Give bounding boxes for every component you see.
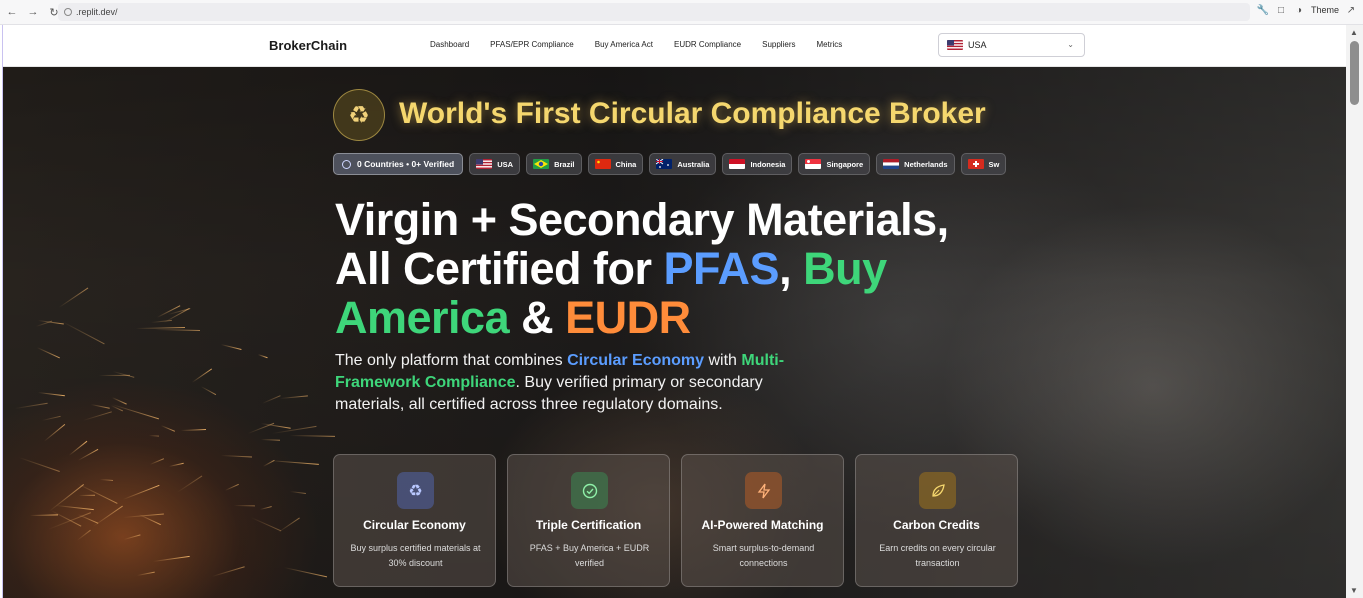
feature-card-desc: Smart surplus-to-demand connections	[712, 543, 815, 568]
hero-title-line1: Virgin + Secondary Materials,	[335, 194, 949, 245]
nav-links: Dashboard PFAS/EPR Compliance Buy Americ…	[430, 40, 863, 49]
theme-icon[interactable]: ◑	[1293, 4, 1305, 16]
feature-card-carbon-credits[interactable]: Carbon Credits Earn credits on every cir…	[855, 454, 1018, 587]
country-pill-usa[interactable]: USA	[469, 153, 521, 175]
app-header: BrokerChain Dashboard PFAS/EPR Complianc…	[3, 25, 1346, 67]
country-pill-label: Singapore	[826, 159, 864, 169]
netherlands-flag-icon	[883, 159, 900, 169]
hero-gold-headline: World's First Circular Compliance Broker	[399, 97, 986, 130]
nav-link-metrics[interactable]: Metrics	[816, 40, 842, 49]
devtools-icon[interactable]: 🔧	[1257, 4, 1269, 16]
theme-label[interactable]: Theme	[1311, 5, 1339, 15]
nav-link-buy-america[interactable]: Buy America Act	[595, 40, 653, 49]
feature-card-title: Triple Certification	[535, 518, 642, 532]
country-pill-label: Netherlands	[904, 159, 948, 169]
hero-subtitle-circular: Circular Economy	[567, 352, 705, 369]
nav-link-suppliers[interactable]: Suppliers	[762, 40, 795, 49]
leaf-icon	[919, 472, 956, 509]
open-external-icon[interactable]: ↗	[1345, 4, 1357, 16]
usa-flag-icon	[947, 40, 963, 50]
australia-flag-icon	[656, 159, 673, 169]
feature-card-desc: Buy surplus certified materials at 30% d…	[350, 543, 481, 568]
feature-card-circular-economy[interactable]: ♻ Circular Economy Buy surplus certified…	[333, 454, 496, 587]
feature-cards: ♻ Circular Economy Buy surplus certified…	[333, 454, 1018, 587]
recycle-icon: ♻	[397, 472, 434, 509]
page-viewport: BrokerChain Dashboard PFAS/EPR Complianc…	[2, 25, 1346, 598]
scroll-up-icon[interactable]: ▲	[1350, 28, 1358, 37]
switzerland-flag-icon	[967, 159, 984, 169]
brand-logo[interactable]: BrokerChain	[269, 38, 347, 53]
country-pill-singapore[interactable]: Singapore	[798, 153, 871, 175]
nav-link-pfas-epr[interactable]: PFAS/EPR Compliance	[490, 40, 574, 49]
feature-card-triple-certification[interactable]: Triple Certification PFAS + Buy America …	[507, 454, 670, 587]
hero-title-line2: All Certified for	[335, 243, 664, 294]
nav-link-eudr[interactable]: EUDR Compliance	[674, 40, 741, 49]
globe-icon	[342, 159, 351, 169]
china-flag-icon	[594, 159, 611, 169]
usa-flag-icon	[476, 159, 493, 169]
hero-subtitle-text: The only platform that combines	[335, 352, 568, 369]
brazil-flag-icon	[533, 159, 550, 169]
chevron-down-icon: ⌄	[1067, 40, 1074, 49]
hero-title-amp: &	[509, 292, 566, 343]
country-pill-switzerland[interactable]: Sw	[960, 153, 1007, 175]
scroll-down-icon[interactable]: ▼	[1350, 586, 1358, 595]
indonesia-flag-icon	[729, 159, 746, 169]
site-info-icon[interactable]	[64, 8, 72, 16]
scrollbar-thumb[interactable]	[1350, 41, 1359, 105]
feature-card-desc: PFAS + Buy America + EUDR verified	[529, 543, 650, 568]
page-scrollbar[interactable]: ▲ ▼	[1346, 25, 1363, 598]
country-pill-label: China	[615, 159, 637, 169]
spark-streak	[99, 374, 131, 376]
back-icon[interactable]: ←	[3, 3, 21, 21]
hero-subtitle: The only platform that combines Circular…	[335, 350, 815, 416]
feature-card-desc: Earn credits on every circular transacti…	[879, 543, 996, 568]
country-pill-label: Australia	[677, 159, 710, 169]
hero-title: Virgin + Secondary Materials, All Certif…	[335, 195, 1035, 342]
hero-title-pfas: PFAS	[663, 243, 780, 294]
country-pills: 0 Countries • 0+ Verified USA Brazil Chi…	[333, 153, 1017, 175]
stats-pill-text: 0 Countries • 0+ Verified	[357, 159, 455, 169]
check-circle-icon	[571, 472, 608, 509]
address-bar[interactable]: .replit.dev/	[58, 3, 1250, 21]
country-pill-indonesia[interactable]: Indonesia	[722, 153, 793, 175]
country-pill-brazil[interactable]: Brazil	[526, 153, 582, 175]
browser-toolbar: ← → ↻ .replit.dev/ 🔧 □ ◑ Theme ↗	[0, 0, 1363, 25]
feature-card-title: AI-Powered Matching	[701, 518, 824, 532]
country-pill-australia[interactable]: Australia	[649, 153, 717, 175]
browser-tools: 🔧 □ ◑ Theme ↗	[1257, 4, 1357, 16]
lightning-icon	[745, 472, 782, 509]
chat-icon[interactable]: □	[1275, 4, 1287, 16]
hero-section: ♻ World's First Circular Compliance Brok…	[3, 67, 1346, 598]
spark-streak	[29, 514, 59, 516]
hero-title-eudr: EUDR	[565, 292, 691, 343]
singapore-flag-icon	[805, 159, 822, 169]
country-pill-label: Brazil	[554, 159, 575, 169]
country-select-value: USA	[968, 40, 987, 50]
country-pill-label: Sw	[988, 159, 1000, 169]
stats-pill: 0 Countries • 0+ Verified	[333, 153, 464, 175]
feature-card-ai-matching[interactable]: AI-Powered Matching Smart surplus-to-dem…	[681, 454, 844, 587]
hero-subtitle-text: with	[704, 352, 742, 369]
country-pill-china[interactable]: China	[587, 153, 644, 175]
url-text: .replit.dev/	[76, 7, 118, 17]
nav-link-dashboard[interactable]: Dashboard	[430, 40, 469, 49]
country-pill-netherlands[interactable]: Netherlands	[876, 153, 955, 175]
forward-icon[interactable]: →	[24, 3, 42, 21]
country-pill-label: USA	[497, 159, 514, 169]
recycle-icon: ♻	[333, 89, 385, 141]
feature-card-title: Circular Economy	[363, 518, 466, 532]
country-pill-label: Indonesia	[750, 159, 786, 169]
country-select[interactable]: USA ⌄	[938, 33, 1085, 57]
hero-title-comma: ,	[779, 243, 804, 294]
feature-card-title: Carbon Credits	[893, 518, 980, 532]
